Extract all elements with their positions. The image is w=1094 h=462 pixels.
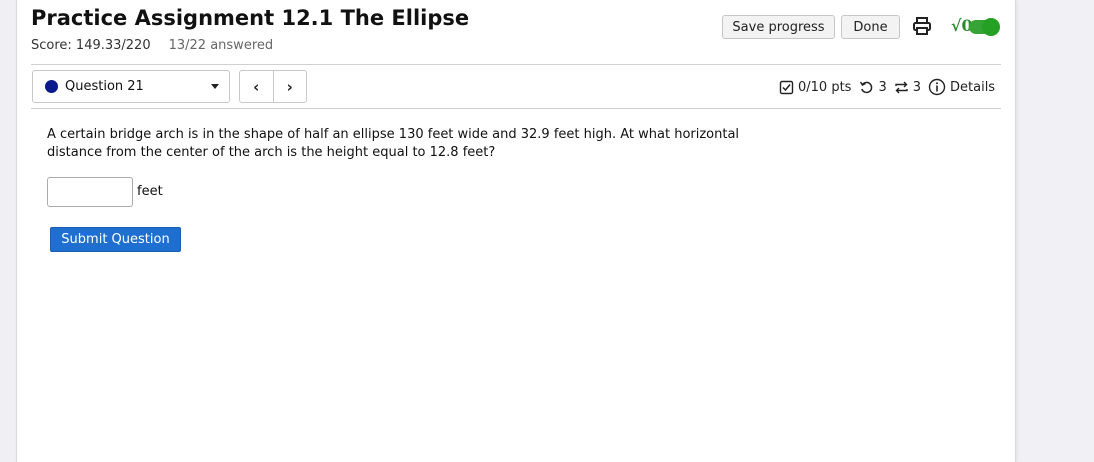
assignment-panel: Practice Assignment 12.1 The Ellipse Sco… [16, 0, 1016, 462]
toggle-knob [982, 18, 1000, 36]
page-title: Practice Assignment 12.1 The Ellipse [31, 6, 470, 30]
left-background [0, 0, 16, 462]
answer-input[interactable] [47, 177, 133, 207]
next-question-button[interactable]: › [274, 71, 307, 102]
divider [31, 64, 1001, 65]
math-toggle-switch[interactable] [969, 18, 1000, 36]
divider [31, 108, 1001, 109]
question-meta: 0/10 pts 3 3 Details [779, 78, 995, 96]
print-icon[interactable] [912, 16, 932, 36]
info-icon[interactable] [928, 78, 946, 96]
checkbox-points-icon [779, 80, 794, 94]
details-link[interactable]: Details [950, 80, 995, 95]
question-pager: ‹ › [239, 70, 307, 103]
attempts-count: 3 [912, 79, 922, 95]
previous-question-button[interactable]: ‹ [240, 71, 274, 102]
score-text: Score: 149.33/220 [31, 38, 151, 53]
done-button[interactable]: Done [841, 15, 900, 39]
submit-question-button[interactable]: Submit Question [50, 227, 181, 252]
caret-down-icon [211, 84, 219, 89]
answer-unit: feet [137, 184, 163, 199]
score-row: Score: 149.33/220 13/22 answered [31, 38, 273, 53]
answered-count: 13/22 answered [168, 38, 274, 53]
points-text: 0/10 pts [798, 79, 852, 95]
question-select-label: Question 21 [65, 79, 144, 94]
save-progress-button[interactable]: Save progress [722, 15, 835, 39]
retry-icon [860, 81, 873, 93]
question-status-dot [45, 80, 58, 93]
attempts-icon [895, 81, 908, 93]
question-select[interactable]: Question 21 [32, 70, 230, 103]
retries-count: 3 [878, 79, 887, 95]
question-text: A certain bridge arch is in the shape of… [47, 127, 740, 160]
